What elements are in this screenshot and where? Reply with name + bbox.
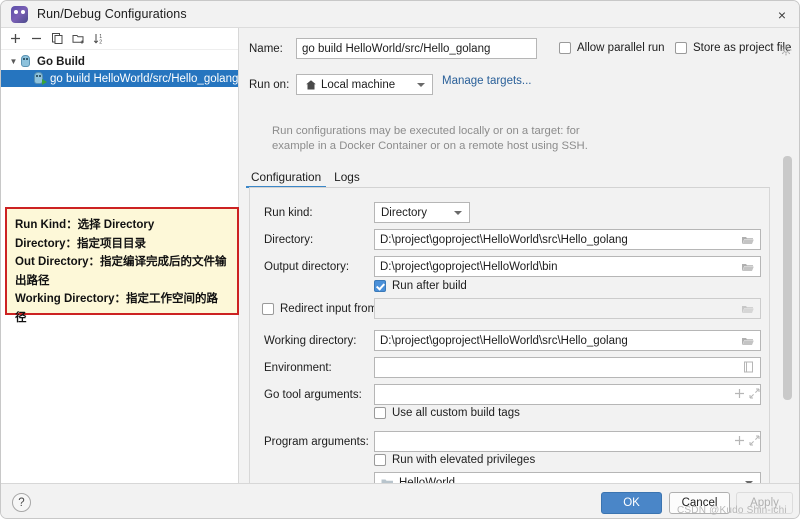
configurations-tree[interactable]: ▼ Go Build go build HelloWorld/src/Hello… — [1, 50, 238, 87]
chevron-down-icon — [454, 210, 462, 215]
store-as-project-file-label: Store as project file — [693, 42, 792, 54]
run-on-select[interactable]: Local machine — [296, 74, 433, 95]
run-kind-select[interactable]: Directory — [374, 202, 470, 223]
program-arguments-label: Program arguments: — [264, 436, 369, 448]
directory-label: Directory: — [264, 234, 314, 246]
redirect-input-from-input[interactable] — [374, 298, 761, 319]
store-as-project-file-checkbox[interactable]: Store as project file — [675, 42, 791, 54]
remove-configuration-button[interactable] — [27, 29, 46, 48]
run-kind-value: Directory — [381, 206, 428, 219]
environment-input[interactable] — [374, 357, 761, 378]
run-on-value: Local machine — [321, 78, 396, 91]
manage-targets-link[interactable]: Manage targets... — [442, 75, 532, 87]
go-build-icon — [20, 55, 33, 68]
watermark: CSDN @Kudo Shin-ichi — [677, 505, 787, 516]
redirect-input-from-label: Redirect input from: — [280, 303, 381, 315]
copy-configuration-button[interactable] — [48, 29, 67, 48]
tab-bar: Configuration Logs — [245, 166, 769, 188]
directory-input[interactable]: D:\project\goproject\HelloWorld\src\Hell… — [374, 229, 761, 250]
tab-logs[interactable]: Logs — [332, 170, 362, 188]
window-title: Run/Debug Configurations — [37, 7, 187, 21]
form-scrollbar-track[interactable] — [783, 156, 792, 492]
output-directory-input[interactable]: D:\project\goproject\HelloWorld\bin — [374, 256, 761, 277]
use-all-custom-build-tags-label: Use all custom build tags — [392, 407, 520, 419]
use-all-custom-build-tags-checkbox[interactable]: Use all custom build tags — [374, 407, 520, 419]
environment-label: Environment: — [264, 362, 332, 374]
annotation-line-4: Working Directory：指定工作空间的路径 — [15, 293, 218, 324]
form-scrollbar-thumb[interactable] — [783, 156, 792, 400]
title-bar: Run/Debug Configurations × — [1, 1, 799, 28]
run-after-build-label: Run after build — [392, 280, 467, 292]
redirect-input-from-checkbox[interactable]: Redirect input from: — [262, 303, 380, 315]
run-kind-label: Run kind: — [264, 207, 313, 219]
run-with-elevated-privileges-label: Run with elevated privileges — [392, 454, 536, 466]
annotation-line-3: Out Directory：指定编译完成后的文件输出路径 — [15, 256, 227, 287]
goland-icon — [11, 5, 28, 23]
checkbox-box — [374, 407, 386, 419]
go-run-icon — [33, 72, 47, 85]
checkbox-box — [374, 280, 386, 292]
close-icon[interactable]: × — [769, 4, 795, 25]
run-after-build-checkbox[interactable]: Run after build — [374, 280, 467, 292]
checkbox-box — [374, 454, 386, 466]
browse-folder-icon[interactable] — [741, 233, 755, 245]
program-arguments-input[interactable] — [374, 431, 761, 452]
checkbox-box — [675, 42, 687, 54]
browse-folder-icon[interactable] — [741, 302, 755, 314]
go-tool-arguments-input[interactable] — [374, 384, 761, 405]
run-on-label: Run on: — [249, 79, 290, 91]
browse-folder-icon[interactable] — [741, 260, 755, 272]
ok-button[interactable]: OK — [601, 492, 662, 514]
add-argument-icon[interactable] — [734, 435, 745, 447]
hint-line-2: example in a Docker Container or on a re… — [272, 140, 588, 152]
tree-item-go-build[interactable]: ▼ Go Build — [1, 53, 238, 70]
tree-item-go-build-helloworld[interactable]: go build HelloWorld/src/Hello_golang — [1, 70, 238, 87]
run-debug-configurations-dialog: Run/Debug Configurations × 1 2 ▼ Go Buil… — [0, 0, 800, 519]
working-directory-input[interactable]: D:\project\goproject\HelloWorld\src\Hell… — [374, 330, 761, 351]
sort-icon[interactable]: 1 2 — [90, 29, 109, 48]
chevron-down-icon[interactable]: ▼ — [7, 55, 20, 68]
folder-add-icon[interactable] — [69, 29, 88, 48]
annotation-line-1: Run Kind：选择 Directory — [15, 219, 155, 231]
add-configuration-button[interactable] — [6, 29, 25, 48]
run-with-elevated-privileges-checkbox[interactable]: Run with elevated privileges — [374, 454, 535, 466]
svg-text:2: 2 — [99, 40, 102, 45]
chevron-down-icon — [417, 82, 425, 87]
name-label: Name: — [249, 43, 283, 55]
go-tool-arguments-label: Go tool arguments: — [264, 389, 362, 401]
tree-item-label: go build HelloWorld/src/Hello_golang — [50, 72, 239, 85]
checkbox-box — [559, 42, 571, 54]
allow-parallel-run-checkbox[interactable]: Allow parallel run — [559, 42, 665, 54]
environment-variables-icon[interactable] — [743, 360, 757, 373]
working-directory-label: Working directory: — [264, 335, 357, 347]
home-icon — [305, 79, 317, 91]
run-on-hint: Run configurations may be executed local… — [272, 124, 652, 154]
tab-configuration[interactable]: Configuration — [245, 170, 327, 188]
name-input[interactable]: go build HelloWorld/src/Hello_golang — [296, 38, 537, 59]
tree-item-label: Go Build — [37, 55, 85, 68]
expand-editor-icon[interactable] — [749, 435, 760, 446]
output-directory-label: Output directory: — [264, 261, 350, 273]
configuration-form-panel: Name: go build HelloWorld/src/Hello_gola… — [240, 28, 799, 496]
annotation-line-2: Directory：指定项目目录 — [15, 237, 146, 250]
gear-icon[interactable] — [780, 43, 792, 56]
hint-line-1: Run configurations may be executed local… — [272, 125, 580, 137]
configurations-tree-panel: 1 2 ▼ Go Build go build HelloWorld/src/H… — [1, 28, 239, 499]
tree-toolbar: 1 2 — [1, 28, 238, 50]
add-argument-icon[interactable] — [734, 388, 745, 400]
annotation-note: Run Kind：选择 Directory Directory：指定项目目录 O… — [5, 207, 239, 324]
browse-folder-icon[interactable] — [741, 334, 755, 346]
expand-editor-icon[interactable] — [749, 388, 760, 399]
help-button[interactable]: ? — [12, 493, 31, 512]
allow-parallel-run-label: Allow parallel run — [577, 42, 665, 54]
checkbox-box — [262, 303, 274, 315]
